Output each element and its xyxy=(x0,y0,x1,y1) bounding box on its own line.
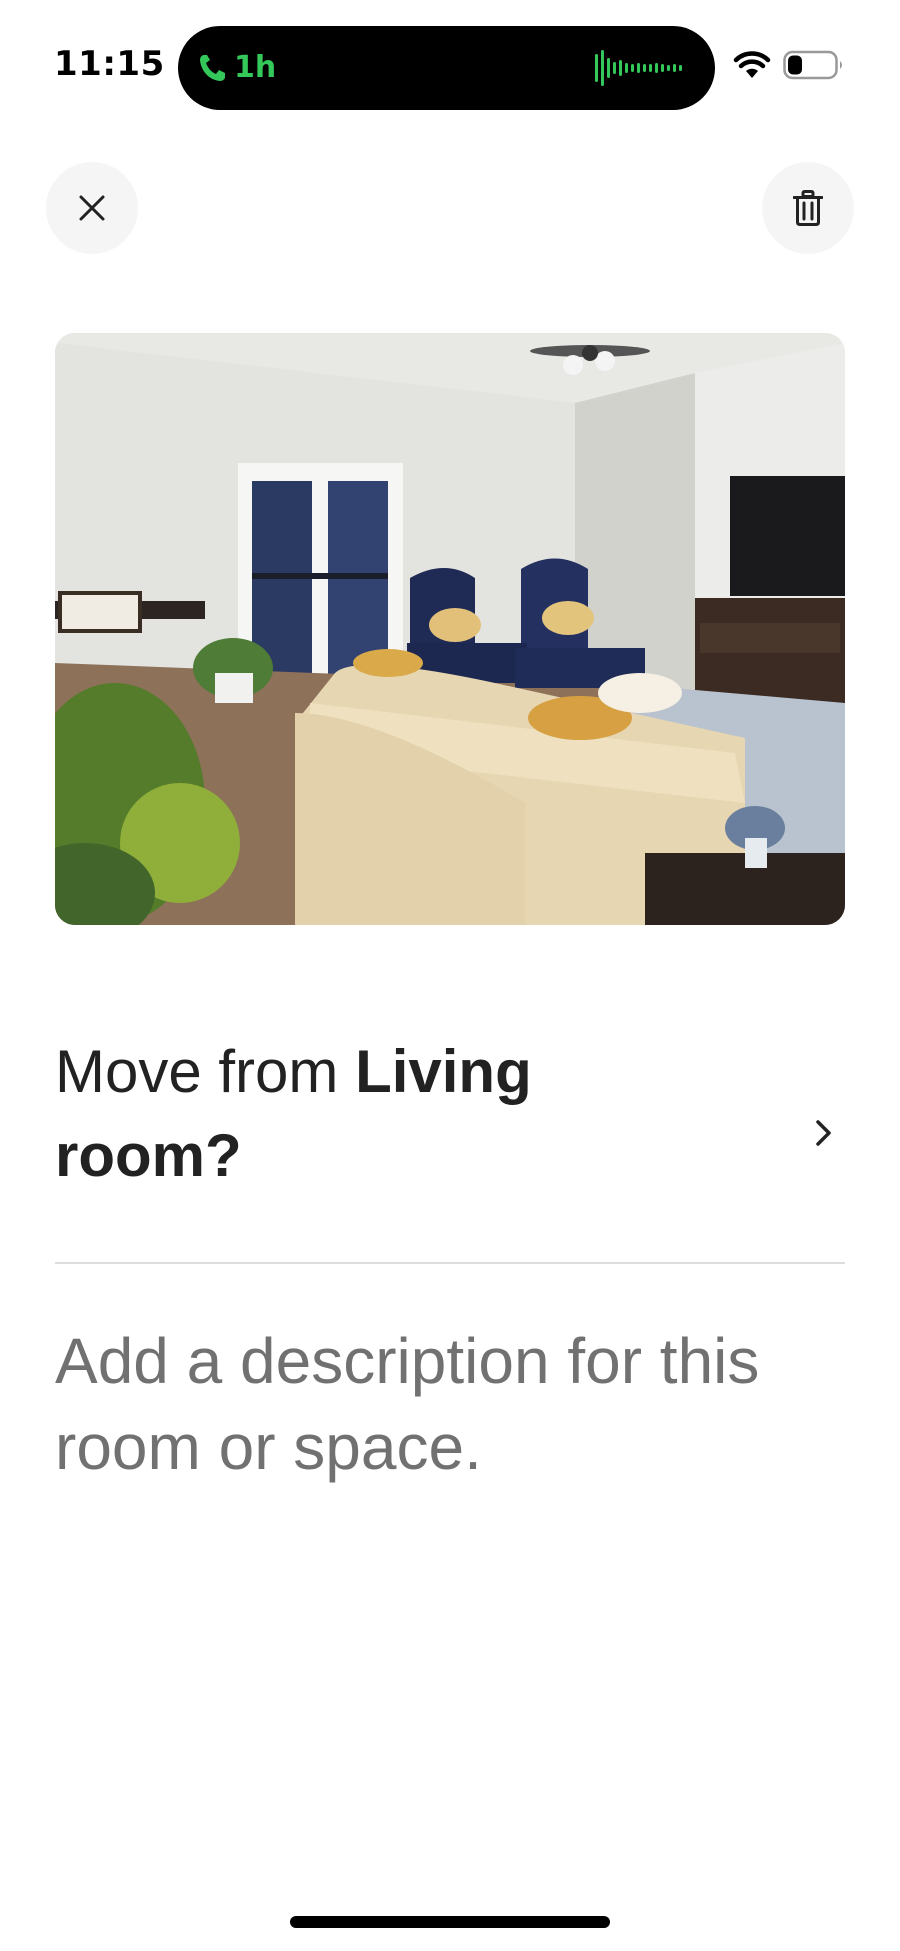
close-button[interactable] xyxy=(46,162,138,254)
divider xyxy=(55,1262,845,1264)
status-bar: 11:15 1h xyxy=(0,0,900,130)
room-photo[interactable] xyxy=(55,333,845,925)
home-indicator[interactable] xyxy=(290,1916,610,1928)
move-room-prefix: Move from xyxy=(55,1038,356,1105)
status-time: 11:15 xyxy=(54,44,165,84)
dynamic-island[interactable]: 1h xyxy=(178,26,715,110)
battery-icon xyxy=(783,50,842,80)
wifi-icon xyxy=(733,51,771,78)
chevron-right-icon xyxy=(816,1120,831,1146)
phone-icon xyxy=(200,55,225,81)
move-room-row[interactable]: Move from Living room? xyxy=(55,1030,845,1220)
audio-waveform-icon xyxy=(595,50,682,86)
delete-photo-button[interactable] xyxy=(762,162,854,254)
living-room-image xyxy=(55,333,845,925)
photo-detail-screen: 11:15 1h Move from Living room? Add a de… xyxy=(0,0,900,1951)
call-duration: 1h xyxy=(234,50,277,85)
move-room-label: Move from Living room? xyxy=(55,1030,655,1198)
description-input[interactable]: Add a description for this room or space… xyxy=(55,1318,855,1490)
active-call-indicator: 1h xyxy=(198,48,276,88)
close-icon xyxy=(79,195,105,221)
trash-icon xyxy=(793,190,823,226)
